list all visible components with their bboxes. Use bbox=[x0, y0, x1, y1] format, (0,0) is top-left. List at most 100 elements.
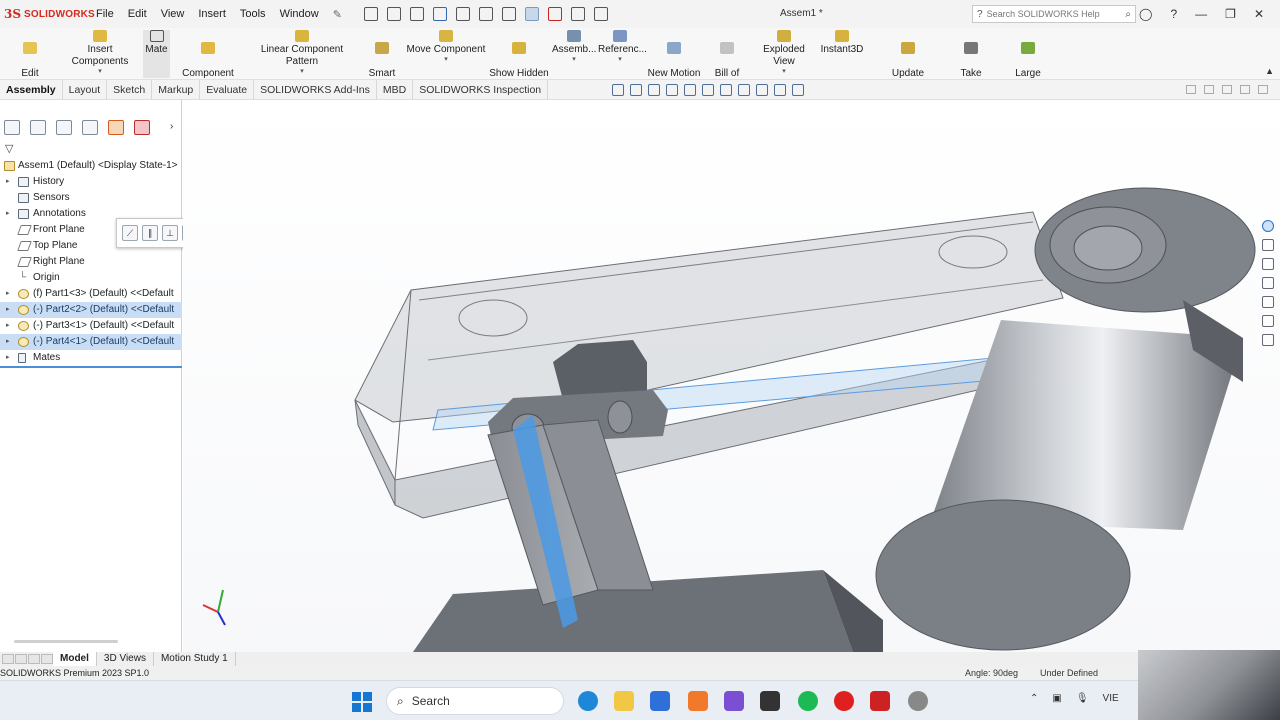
undo-icon[interactable] bbox=[478, 7, 493, 21]
dynamic-annotation-icon[interactable] bbox=[684, 84, 696, 96]
redo-icon[interactable] bbox=[501, 7, 516, 21]
expand-arrow-icon[interactable]: ▸ bbox=[6, 318, 10, 334]
rebuild-icon[interactable] bbox=[547, 7, 562, 21]
language-indicator[interactable]: VIE bbox=[1103, 693, 1119, 704]
graphics-area[interactable] bbox=[183, 100, 1280, 652]
chevron-right-icon[interactable]: › bbox=[170, 121, 173, 132]
move-component-button[interactable]: Move Component ▾ bbox=[406, 30, 486, 64]
tab-addins[interactable]: SOLIDWORKS Add-Ins bbox=[254, 79, 377, 100]
expand-arrow-icon[interactable]: ▸ bbox=[6, 334, 10, 350]
tree-item-part1[interactable]: ▸ (f) Part1<3> (Default) <<Default bbox=[0, 286, 182, 302]
feature-tree-tab-icon[interactable] bbox=[4, 120, 20, 135]
tab-motion-study[interactable]: Motion Study 1 bbox=[154, 652, 236, 666]
hide-show-items-icon[interactable] bbox=[738, 84, 750, 96]
save-icon[interactable] bbox=[432, 7, 447, 21]
tree-item-right-plane[interactable]: Right Plane bbox=[0, 254, 182, 270]
expand-arrow-icon[interactable]: ▸ bbox=[6, 302, 10, 318]
display-style-icon[interactable] bbox=[720, 84, 732, 96]
close-icon[interactable]: ✕ bbox=[1254, 7, 1264, 21]
tree-item-part3[interactable]: ▸ (-) Part3<1> (Default) <<Default bbox=[0, 318, 182, 334]
opera-icon[interactable] bbox=[834, 691, 854, 711]
expand-arrow-icon[interactable]: ▸ bbox=[6, 174, 10, 190]
chevron-down-icon[interactable]: ▾ bbox=[552, 56, 596, 64]
perpendicular-icon[interactable]: ⊥ bbox=[162, 225, 178, 241]
tree-item-mates[interactable]: ▸ Mates bbox=[0, 350, 182, 366]
display-manager-tab-icon[interactable] bbox=[108, 120, 124, 135]
property-manager-tab-icon[interactable] bbox=[30, 120, 46, 135]
edge-icon[interactable] bbox=[578, 691, 598, 711]
menu-file[interactable]: File bbox=[96, 8, 114, 21]
viewport-restore-icon[interactable] bbox=[1186, 85, 1196, 94]
expand-arrow-icon[interactable]: ▸ bbox=[6, 206, 10, 222]
tree-item-part4[interactable]: ▸ (-) Part4<1> (Default) <<Default bbox=[0, 334, 182, 350]
windows-start-icon[interactable] bbox=[352, 692, 372, 712]
steam-icon[interactable] bbox=[908, 691, 928, 711]
tab-model[interactable]: Model bbox=[53, 652, 97, 666]
new-icon[interactable] bbox=[386, 7, 401, 21]
custom-properties-icon[interactable] bbox=[1262, 334, 1274, 346]
taskbar-search[interactable]: ⌕ Search bbox=[386, 687, 564, 715]
chevron-down-icon[interactable]: ▾ bbox=[598, 56, 642, 64]
horizontal-scrollbar[interactable] bbox=[14, 640, 118, 643]
section-view-icon[interactable] bbox=[666, 84, 678, 96]
tab-inspection[interactable]: SOLIDWORKS Inspection bbox=[413, 79, 549, 100]
last-tab-icon[interactable] bbox=[41, 654, 53, 664]
menu-view[interactable]: View bbox=[161, 8, 185, 21]
solidworks-resources-icon[interactable] bbox=[1262, 220, 1274, 232]
tab-mbd[interactable]: MBD bbox=[377, 79, 414, 100]
select-icon[interactable] bbox=[524, 7, 539, 21]
design-library-icon[interactable] bbox=[1262, 258, 1274, 270]
expand-arrow-icon[interactable]: ▸ bbox=[6, 286, 10, 302]
solidworks-taskbar-icon[interactable] bbox=[870, 691, 890, 711]
chevron-down-icon[interactable]: ▾ bbox=[752, 68, 816, 76]
help-search-input[interactable]: ? Search SOLIDWORKS Help ⌕ bbox=[972, 5, 1136, 23]
chevron-down-icon[interactable]: ▾ bbox=[246, 68, 358, 76]
tab-sketch[interactable]: Sketch bbox=[107, 79, 153, 100]
minimize-icon[interactable]: — bbox=[1195, 7, 1207, 21]
file-properties-icon[interactable] bbox=[570, 7, 585, 21]
exploded-view-button[interactable]: Exploded View ▾ bbox=[752, 30, 816, 76]
pin-icon[interactable]: ✎ bbox=[333, 8, 342, 21]
zoom-to-fit-icon[interactable] bbox=[612, 84, 624, 96]
print-icon[interactable] bbox=[455, 7, 470, 21]
microphone-icon[interactable]: 🎙 bbox=[1076, 693, 1089, 704]
expand-arrow-icon[interactable]: ▸ bbox=[6, 350, 10, 366]
view-palette-icon[interactable] bbox=[1262, 296, 1274, 308]
apply-scene-icon[interactable] bbox=[774, 84, 786, 96]
cam-tab-icon[interactable] bbox=[134, 120, 150, 135]
appearances-icon[interactable] bbox=[1262, 315, 1274, 327]
viewport-minimize-icon[interactable] bbox=[1222, 85, 1232, 94]
chevron-down-icon[interactable]: ▾ bbox=[58, 68, 142, 76]
tab-layout[interactable]: Layout bbox=[63, 79, 108, 100]
menu-window[interactable]: Window bbox=[280, 8, 319, 21]
view-orientation-icon[interactable] bbox=[702, 84, 714, 96]
tab-assembly[interactable]: Assembly bbox=[0, 79, 63, 100]
view-settings-icon[interactable] bbox=[792, 84, 804, 96]
unity-icon[interactable] bbox=[760, 691, 780, 711]
chevron-up-icon[interactable]: ⌃ bbox=[1030, 693, 1038, 704]
tree-item-part2[interactable]: ▸ (-) Part2<2> (Default) <<Default bbox=[0, 302, 182, 318]
feature-tree-rollback-bar[interactable] bbox=[0, 366, 182, 368]
menu-edit[interactable]: Edit bbox=[128, 8, 147, 21]
next-tab-icon[interactable] bbox=[28, 654, 40, 664]
first-tab-icon[interactable] bbox=[2, 654, 14, 664]
store-icon[interactable] bbox=[650, 691, 670, 711]
home-tab-icon[interactable] bbox=[1262, 239, 1274, 251]
assembly-model[interactable] bbox=[183, 100, 1280, 652]
tab-markup[interactable]: Markup bbox=[152, 79, 201, 100]
zoom-area-icon[interactable] bbox=[630, 84, 642, 96]
viewport-close-icon[interactable] bbox=[1258, 85, 1268, 94]
solidworks-logo[interactable]: 3S SOLIDWORKS bbox=[0, 7, 95, 21]
filter-icon[interactable]: ▽ bbox=[5, 142, 13, 155]
options-gear-icon[interactable] bbox=[593, 7, 608, 21]
open-icon[interactable] bbox=[409, 7, 424, 21]
user-icon[interactable]: ◯ bbox=[1139, 7, 1152, 21]
app-icon[interactable] bbox=[688, 691, 708, 711]
file-explorer-icon[interactable] bbox=[614, 691, 634, 711]
insert-components-button[interactable]: Insert Components ▾ bbox=[58, 30, 142, 76]
file-explorer-icon[interactable] bbox=[1262, 277, 1274, 289]
visual-studio-icon[interactable] bbox=[724, 691, 744, 711]
viewport-tile-icon[interactable] bbox=[1204, 85, 1214, 94]
maximize-icon[interactable]: ❐ bbox=[1225, 7, 1236, 21]
prev-tab-icon[interactable] bbox=[15, 654, 27, 664]
